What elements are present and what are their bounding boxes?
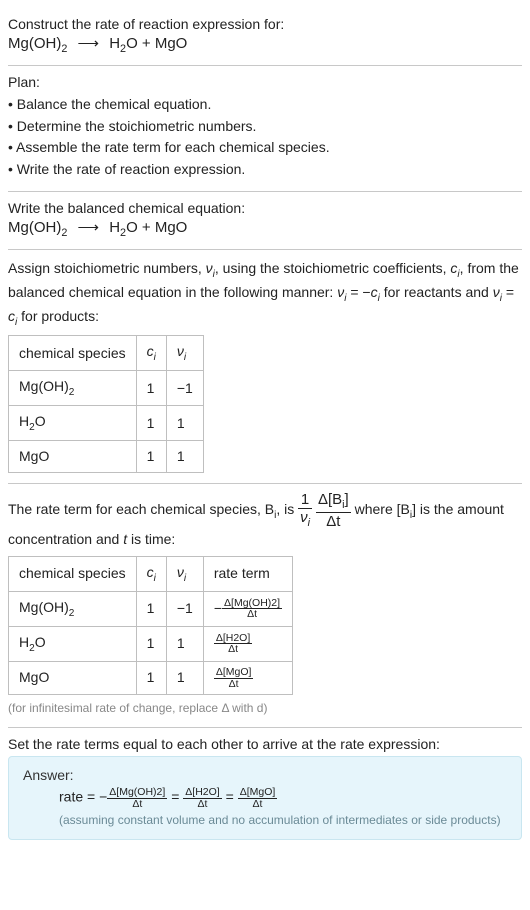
table-header-row: chemical species ci νi <box>9 336 204 371</box>
answer-note: (assuming constant volume and no accumul… <box>59 813 507 827</box>
table-row: MgO 1 1 <box>9 441 204 473</box>
one-over-nu-frac: 1 νi <box>298 492 312 529</box>
species-cell: H2O <box>9 406 137 441</box>
ci-cell: 1 <box>136 441 166 473</box>
rateterm-section: The rate term for each chemical species,… <box>8 486 522 725</box>
ci-cell: 1 <box>136 406 166 441</box>
col-species: chemical species <box>9 556 137 591</box>
divider <box>8 727 522 728</box>
nui-cell: 1 <box>166 406 203 441</box>
nui-cell: −1 <box>166 591 203 626</box>
product-h2o: H2O <box>109 35 138 52</box>
nui-cell: 1 <box>166 661 203 694</box>
species-cell: MgO <box>9 441 137 473</box>
final-section: Set the rate terms equal to each other t… <box>8 730 522 848</box>
prompt-equation: Mg(OH)2 ⟶ H2O + MgO <box>8 34 522 55</box>
arrow-icon: ⟶ <box>78 34 100 52</box>
rateterm-cell: Δ[H2O]Δt <box>203 626 292 661</box>
species-cell: Mg(OH)2 <box>9 371 137 406</box>
balanced-section: Write the balanced chemical equation: Mg… <box>8 194 522 247</box>
plan-section: Plan: • Balance the chemical equation. •… <box>8 68 522 189</box>
col-nui: νi <box>166 336 203 371</box>
nui-cell: 1 <box>166 626 203 661</box>
divider <box>8 249 522 250</box>
reactant: Mg(OH)2 <box>8 219 67 236</box>
col-ci: ci <box>136 336 166 371</box>
answer-label: Answer: <box>23 767 507 783</box>
rateterm-cell: −Δ[Mg(OH)2]Δt <box>203 591 292 626</box>
plan-item: • Assemble the rate term for each chemic… <box>8 137 522 159</box>
table-row: H2O 1 1 <box>9 406 204 441</box>
plus: + <box>142 219 151 236</box>
rateterm-cell: Δ[MgO]Δt <box>203 661 292 694</box>
stoich-section: Assign stoichiometric numbers, νi, using… <box>8 252 522 481</box>
rateterm-text: The rate term for each chemical species,… <box>8 501 504 547</box>
plan-bullets: • Balance the chemical equation. • Deter… <box>8 94 522 181</box>
balanced-heading: Write the balanced chemical equation: <box>8 200 522 216</box>
rateterm-table: chemical species ci νi rate term Mg(OH)2… <box>8 556 293 695</box>
plan-item: • Determine the stoichiometric numbers. <box>8 116 522 138</box>
dconc-dt-frac: Δ[Bi] Δt <box>316 492 351 529</box>
arrow-icon: ⟶ <box>78 218 100 236</box>
table-row: Mg(OH)2 1 −1 <box>9 371 204 406</box>
plus: + <box>142 35 151 52</box>
product-mgo: MgO <box>155 35 188 52</box>
col-ci: ci <box>136 556 166 591</box>
ci-cell: 1 <box>136 371 166 406</box>
reactant: Mg(OH)2 <box>8 35 67 52</box>
species-cell: MgO <box>9 661 137 694</box>
product-mgo: MgO <box>155 219 188 236</box>
col-nui: νi <box>166 556 203 591</box>
stoich-table: chemical species ci νi Mg(OH)2 1 −1 H2O … <box>8 335 204 473</box>
divider <box>8 65 522 66</box>
prompt-title: Construct the rate of reaction expressio… <box>8 16 522 32</box>
answer-expression: rate = −Δ[Mg(OH)2]Δt = Δ[H2O]Δt = Δ[MgO]… <box>59 787 507 809</box>
product-h2o: H2O <box>109 219 138 236</box>
divider <box>8 483 522 484</box>
ci-cell: 1 <box>136 661 166 694</box>
species-cell: Mg(OH)2 <box>9 591 137 626</box>
table-row: Mg(OH)2 1 −1 −Δ[Mg(OH)2]Δt <box>9 591 293 626</box>
ci-cell: 1 <box>136 591 166 626</box>
plan-heading: Plan: <box>8 74 522 90</box>
nui-cell: 1 <box>166 441 203 473</box>
stoich-text: Assign stoichiometric numbers, νi, using… <box>8 260 519 324</box>
plan-item: • Balance the chemical equation. <box>8 94 522 116</box>
nui-cell: −1 <box>166 371 203 406</box>
answer-box: Answer: rate = −Δ[Mg(OH)2]Δt = Δ[H2O]Δt … <box>8 756 522 840</box>
prompt-section: Construct the rate of reaction expressio… <box>8 10 522 63</box>
col-species: chemical species <box>9 336 137 371</box>
divider <box>8 191 522 192</box>
col-rateterm: rate term <box>203 556 292 591</box>
table-row: H2O 1 1 Δ[H2O]Δt <box>9 626 293 661</box>
rateterm-footnote: (for infinitesimal rate of change, repla… <box>8 699 522 717</box>
table-row: MgO 1 1 Δ[MgO]Δt <box>9 661 293 694</box>
ci-cell: 1 <box>136 626 166 661</box>
plan-item: • Write the rate of reaction expression. <box>8 159 522 181</box>
balanced-equation: Mg(OH)2 ⟶ H2O + MgO <box>8 218 522 239</box>
final-heading: Set the rate terms equal to each other t… <box>8 736 522 752</box>
species-cell: H2O <box>9 626 137 661</box>
table-header-row: chemical species ci νi rate term <box>9 556 293 591</box>
